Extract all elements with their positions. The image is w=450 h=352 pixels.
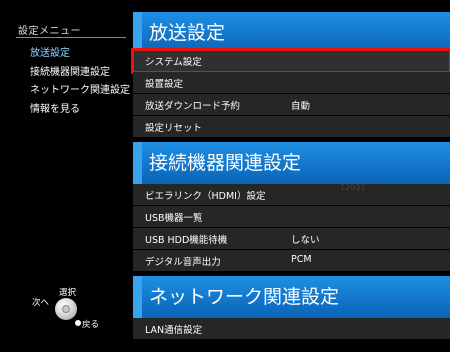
section-header-device: 接続機器関連設定 xyxy=(133,142,450,184)
row-label: ビエラリンク（HDMI）設定 xyxy=(145,191,266,202)
row-label: LAN通信設定 xyxy=(145,325,203,336)
row-usb-hdd-standby[interactable]: USB HDD機能待機 しない xyxy=(133,228,450,250)
section-title-broadcast: 放送設定 xyxy=(149,22,226,44)
section-accent-bar xyxy=(133,142,142,184)
row-system-settings[interactable]: システム設定 xyxy=(131,48,450,74)
row-label: 設定リセット xyxy=(145,123,203,134)
row-broadcast-download[interactable]: 放送ダウンロード予約 自動 xyxy=(133,94,450,116)
dpad-icon xyxy=(55,298,77,320)
row-label: デジタル音声出力 xyxy=(145,257,221,268)
ghost-text: 12031 xyxy=(340,183,366,192)
row-value: 自動 xyxy=(291,101,311,112)
section-accent-bar xyxy=(133,12,142,54)
row-value: しない xyxy=(291,235,320,246)
row-usb-devices[interactable]: USB機器一覧 xyxy=(133,206,450,228)
settings-panel: 放送設定 システム設定 設置設定 放送ダウンロード予約 自動 設定リセット 接続… xyxy=(131,0,450,352)
menu-item-device[interactable]: 接続機器関連設定 xyxy=(30,64,130,83)
row-settings-reset[interactable]: 設定リセット xyxy=(133,116,450,138)
hint-select-label: 選択 xyxy=(59,288,77,298)
row-installation-settings[interactable]: 設置設定 xyxy=(133,72,450,94)
dpad-center-icon xyxy=(62,305,70,313)
row-label: システム設定 xyxy=(145,57,202,68)
row-label: USB機器一覧 xyxy=(145,213,203,224)
back-button-icon xyxy=(75,320,81,326)
row-lan-settings[interactable]: LAN通信設定 xyxy=(133,318,450,340)
section-title-network: ネットワーク関連設定 xyxy=(149,286,340,308)
menu-item-info[interactable]: 情報を見る xyxy=(30,101,130,120)
hint-back-label: 戻る xyxy=(82,320,100,330)
row-label: USB HDD機能待機 xyxy=(145,235,228,246)
section-header-broadcast: 放送設定 xyxy=(133,12,450,54)
menu-item-network[interactable]: ネットワーク関連設定 xyxy=(30,82,130,101)
row-digital-audio[interactable]: デジタル音声出力 PCM xyxy=(133,250,450,272)
section-header-network: ネットワーク関連設定 xyxy=(133,276,450,318)
remote-hint: 選択 次へ 戻る xyxy=(30,285,130,335)
settings-menu-title: 設定メニュー xyxy=(18,26,81,37)
settings-menu: 放送設定 接続機器関連設定 ネットワーク関連設定 情報を見る xyxy=(30,45,130,119)
row-label: 設置設定 xyxy=(145,79,184,90)
row-label: 放送ダウンロード予約 xyxy=(145,101,241,112)
row-viera-link[interactable]: ビエラリンク（HDMI）設定 xyxy=(133,184,450,206)
hint-next-label: 次へ xyxy=(32,298,50,308)
menu-divider xyxy=(16,37,126,38)
menu-item-broadcast[interactable]: 放送設定 xyxy=(30,45,130,64)
section-title-device: 接続機器関連設定 xyxy=(149,152,302,174)
row-value: PCM xyxy=(291,254,312,265)
section-accent-bar xyxy=(133,276,142,318)
